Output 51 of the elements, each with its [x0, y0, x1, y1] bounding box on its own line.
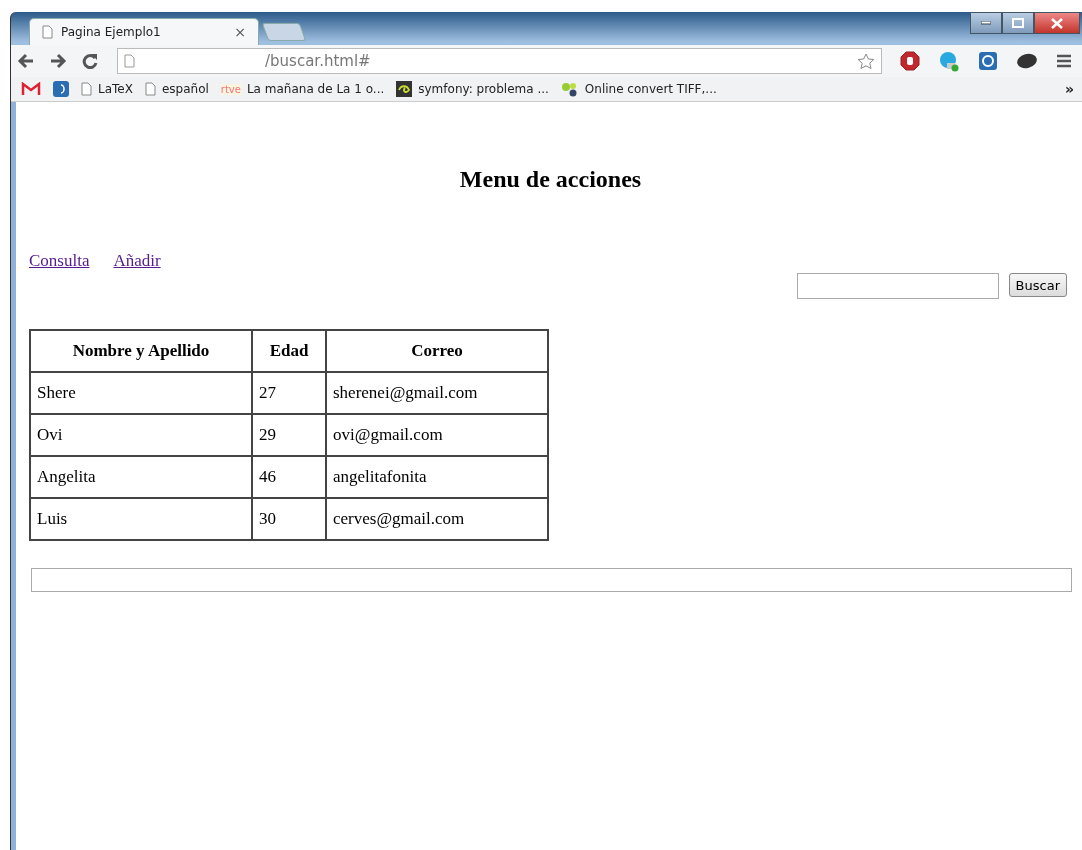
table-cell: angelitafonita — [326, 456, 548, 498]
back-icon[interactable] — [17, 53, 35, 69]
bookmark[interactable] — [53, 81, 69, 97]
maximize-icon — [1012, 18, 1024, 28]
bookmark[interactable]: español — [144, 82, 209, 96]
rtve-logo: rtve — [220, 83, 241, 95]
bubbles-icon — [560, 81, 579, 97]
table-cell: ovi@gmail.com — [326, 414, 548, 456]
minimize-icon — [981, 21, 991, 25]
tab-close-button[interactable]: × — [234, 24, 246, 40]
bookmark[interactable]: rtve La mañana de La 1 o... — [220, 82, 385, 96]
table-cell: 46 — [252, 456, 326, 498]
new-tab-button[interactable] — [261, 23, 307, 41]
table-cell: Shere — [30, 372, 252, 414]
table-cell: sherenei@gmail.com — [326, 372, 548, 414]
mail-icon — [21, 82, 41, 96]
chat-icon — [53, 81, 69, 97]
column-header: Edad — [252, 330, 326, 372]
page-icon — [124, 54, 135, 68]
table-cell: Ovi — [30, 414, 252, 456]
page-heading: Menu de acciones — [458, 166, 643, 193]
bookmark[interactable]: LaTeX — [81, 82, 133, 96]
bookmark[interactable] — [21, 82, 41, 96]
menu-icon[interactable] — [1056, 54, 1072, 68]
table-cell: cerves@gmail.com — [326, 498, 548, 540]
close-icon — [1051, 17, 1063, 29]
table-cell: Luis — [30, 498, 252, 540]
search-field[interactable] — [796, 273, 999, 299]
browser-tab[interactable]: Pagina Ejemplo1 × — [29, 18, 259, 45]
page-icon — [81, 82, 92, 96]
page-icon — [144, 82, 156, 96]
forward-icon[interactable] — [49, 53, 67, 69]
search-button[interactable]: Buscar — [1008, 273, 1067, 297]
table-cell: 29 — [252, 414, 326, 456]
nav-link[interactable]: Consulta — [29, 251, 90, 271]
page-icon — [42, 25, 53, 39]
table-cell: 27 — [252, 372, 326, 414]
minimize-button[interactable] — [970, 12, 1002, 34]
nav-link[interactable]: Añadir — [113, 251, 161, 271]
close-button[interactable] — [1034, 12, 1080, 34]
address-bar[interactable]: /buscar.html# — [117, 48, 882, 74]
bookmark[interactable]: symfony: problema ... — [396, 81, 549, 97]
table-cell: Angelita — [30, 456, 252, 498]
maximize-button[interactable] — [1002, 12, 1034, 34]
reload-icon[interactable] — [81, 52, 99, 70]
table-cell: 30 — [252, 498, 326, 540]
bookmarks-overflow-button[interactable]: » — [1064, 81, 1074, 97]
column-header: Correo — [326, 330, 548, 372]
bookmark[interactable]: Online convert TIFF,... — [560, 81, 717, 97]
star-icon[interactable] — [857, 52, 875, 70]
column-header: Nombre y Apellido — [30, 330, 252, 372]
